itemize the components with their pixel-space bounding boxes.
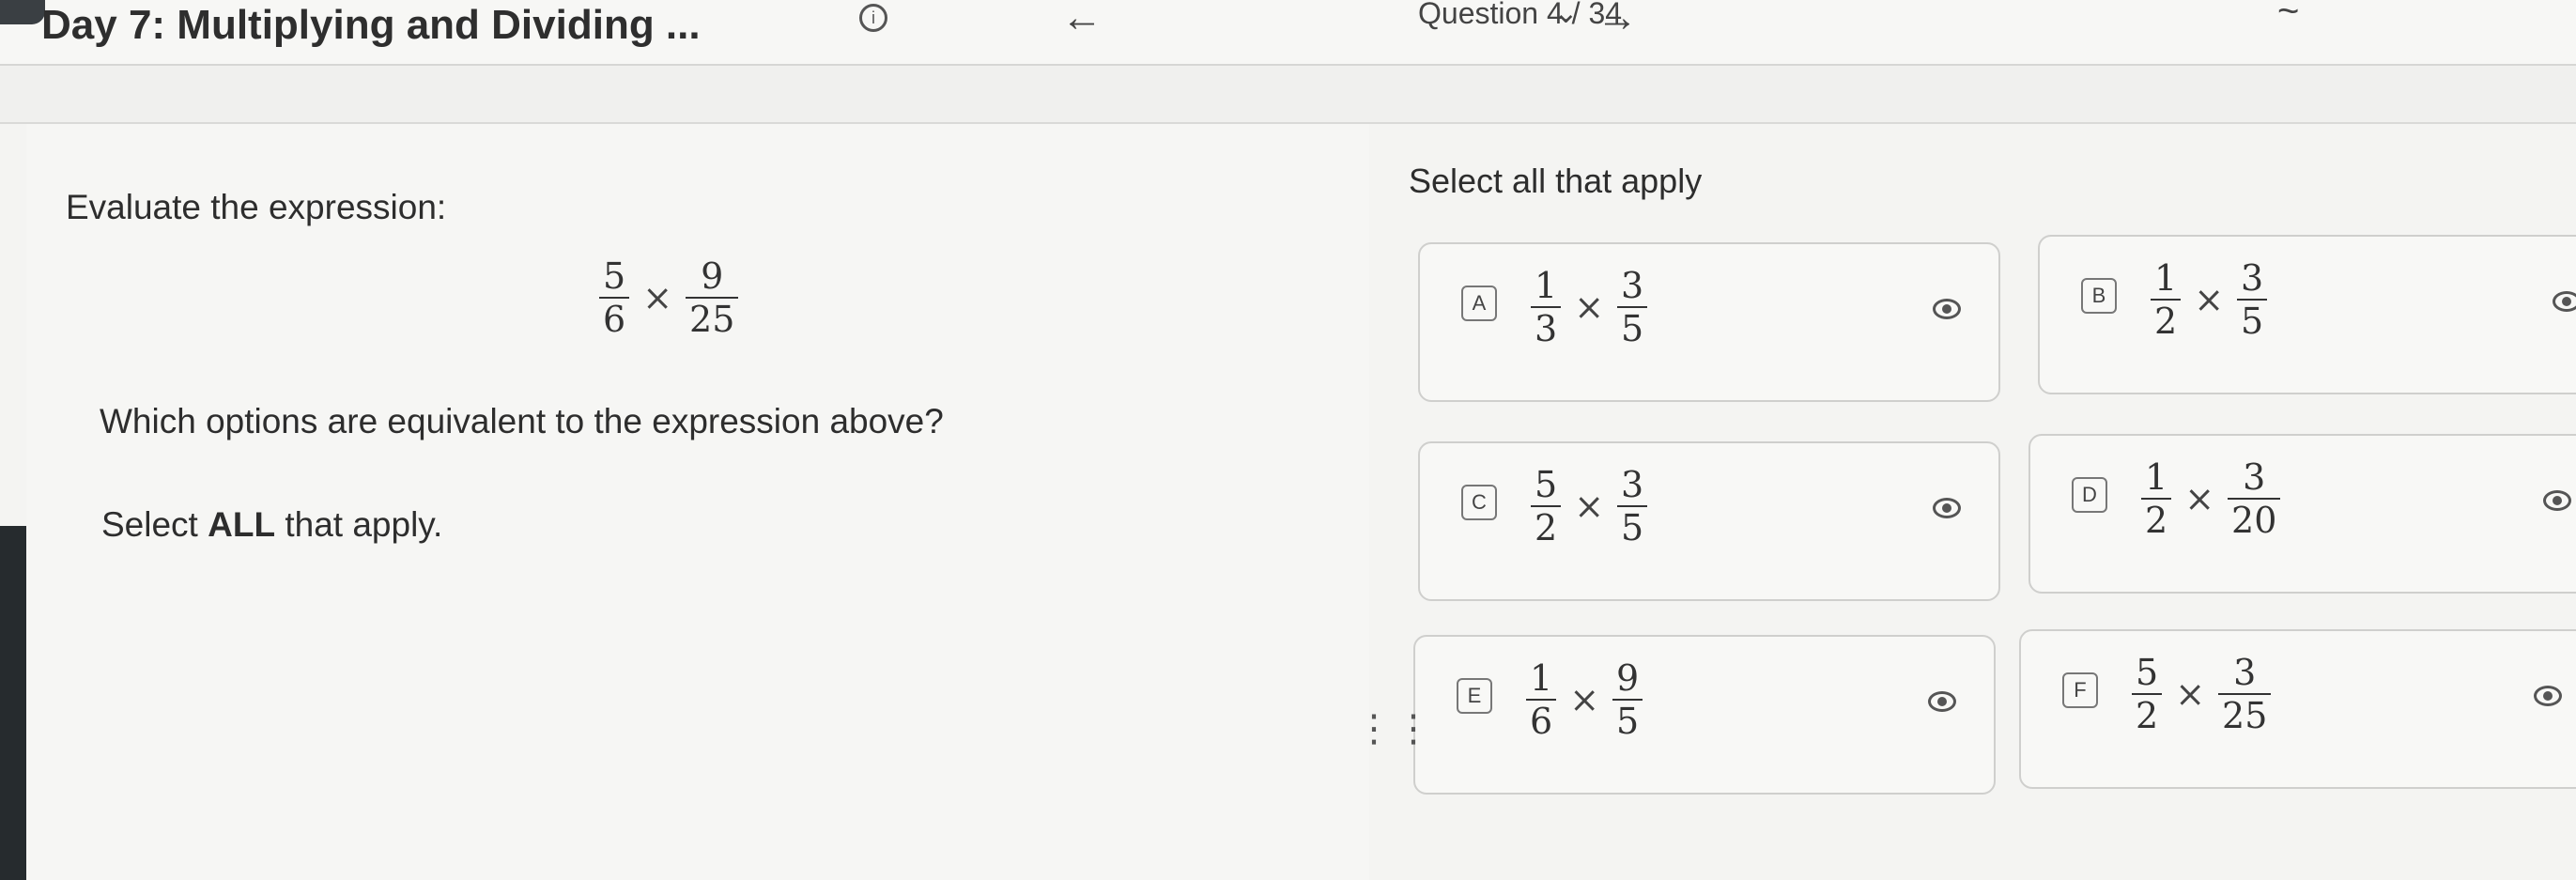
denominator: 3 <box>1535 308 1558 349</box>
page-title: Day 7: Multiplying and Dividing ... <box>41 2 701 48</box>
question-text: Which options are equivalent to the expr… <box>100 402 944 440</box>
denominator: 5 <box>1621 308 1644 349</box>
numerator: 5 <box>1535 464 1558 505</box>
option-expression: 5 2 × 3 25 <box>2124 652 2278 736</box>
fraction: 9 25 <box>686 255 739 340</box>
numerator: 1 <box>2154 257 2178 299</box>
question-indicator[interactable]: Question 4 / 34 <box>1418 0 1622 31</box>
numerator: 3 <box>1621 265 1644 306</box>
option-expression: 1 3 × 3 5 <box>1523 265 1655 349</box>
numerator: 3 <box>2241 257 2264 299</box>
denominator: 5 <box>1621 507 1644 548</box>
denominator: 6 <box>603 299 626 340</box>
answers-header: Select all that apply <box>1409 162 1703 200</box>
sub-bar <box>0 66 2576 124</box>
denominator: 2 <box>2145 500 2168 541</box>
top-bar: Day 7: Multiplying and Dividing ... i ← … <box>0 0 2576 66</box>
denominator: 25 <box>689 299 735 340</box>
times-operator: × <box>2194 279 2225 320</box>
fraction: 5 2 <box>2132 652 2163 736</box>
drag-handle-icon[interactable]: ⋮⋮ <box>1355 710 1434 748</box>
option-expression: 1 2 × 3 5 <box>2143 257 2275 342</box>
fraction: 1 2 <box>2141 456 2172 541</box>
numerator: 9 <box>1616 657 1640 699</box>
tilde-icon[interactable]: ~ <box>2277 0 2299 33</box>
option-letter: C <box>1461 485 1497 520</box>
app-logo <box>0 0 45 24</box>
eye-icon[interactable] <box>1933 299 1961 319</box>
answer-option-f[interactable]: F 5 2 × 3 25 <box>2019 629 2576 789</box>
denominator: 5 <box>2241 301 2264 342</box>
times-operator: × <box>1569 679 1600 720</box>
fraction: 3 20 <box>2228 456 2281 541</box>
denominator: 2 <box>2136 695 2159 736</box>
screen-edge <box>0 526 26 880</box>
option-expression: 5 2 × 3 5 <box>1523 464 1655 548</box>
fraction: 5 2 <box>1531 464 1562 548</box>
question-panel <box>26 124 1369 880</box>
denominator: 2 <box>1535 507 1558 548</box>
option-expression: 1 2 × 3 20 <box>2134 456 2288 541</box>
numerator: 9 <box>701 255 724 297</box>
times-operator: × <box>2184 478 2215 519</box>
option-letter: E <box>1457 678 1492 714</box>
eye-icon[interactable] <box>2553 291 2576 312</box>
eye-icon[interactable] <box>1928 691 1956 712</box>
select-bold: ALL <box>208 505 276 544</box>
answer-option-b[interactable]: B 1 2 × 3 5 <box>2038 235 2576 394</box>
eye-icon[interactable] <box>2534 686 2562 706</box>
numerator: 1 <box>1535 265 1558 306</box>
numerator: 5 <box>2136 652 2159 693</box>
numerator: 5 <box>603 255 626 297</box>
denominator: 20 <box>2231 500 2277 541</box>
option-letter: B <box>2081 278 2117 314</box>
back-arrow-icon[interactable]: ← <box>1061 0 1103 41</box>
option-letter: D <box>2072 477 2107 513</box>
denominator: 25 <box>2222 695 2268 736</box>
evaluate-label: Evaluate the expression: <box>66 188 447 226</box>
option-expression: 1 6 × 9 5 <box>1519 657 1650 742</box>
numerator: 1 <box>1530 657 1553 699</box>
numerator: 1 <box>2145 456 2168 498</box>
times-operator: × <box>2175 673 2206 715</box>
fraction: 1 6 <box>1526 657 1557 742</box>
option-letter: A <box>1461 286 1497 321</box>
eye-icon[interactable] <box>2543 490 2571 511</box>
numerator: 3 <box>1621 464 1644 505</box>
fraction: 3 5 <box>1617 464 1648 548</box>
denominator: 2 <box>2154 301 2178 342</box>
answer-option-c[interactable]: C 5 2 × 3 5 <box>1418 441 2000 601</box>
numerator: 3 <box>2243 456 2266 498</box>
answer-option-e[interactable]: E 1 6 × 9 5 <box>1413 635 1996 795</box>
fraction: 1 3 <box>1531 265 1562 349</box>
times-operator: × <box>1574 286 1605 328</box>
chevron-down-icon[interactable]: ⌄ <box>1553 0 1579 30</box>
answer-option-d[interactable]: D 1 2 × 3 20 <box>2028 434 2576 594</box>
answer-option-a[interactable]: A 1 3 × 3 5 <box>1418 242 2000 402</box>
denominator: 6 <box>1530 701 1553 742</box>
denominator: 5 <box>1616 701 1640 742</box>
select-prefix: Select <box>101 505 208 544</box>
select-suffix: that apply. <box>275 505 443 544</box>
fraction: 3 5 <box>1617 265 1648 349</box>
fraction: 5 6 <box>599 255 630 340</box>
expression: 5 6 × 9 25 <box>592 255 746 340</box>
info-icon[interactable]: i <box>859 4 887 32</box>
times-operator: × <box>642 277 673 318</box>
next-arrow-icon[interactable]: → <box>1597 0 1638 41</box>
numerator: 3 <box>2233 652 2257 693</box>
option-letter: F <box>2062 672 2098 708</box>
fraction: 9 5 <box>1612 657 1643 742</box>
select-instruction: Select ALL that apply. <box>101 505 442 545</box>
fraction: 1 2 <box>2151 257 2182 342</box>
fraction: 3 25 <box>2218 652 2272 736</box>
eye-icon[interactable] <box>1933 498 1961 518</box>
times-operator: × <box>1574 486 1605 527</box>
fraction: 3 5 <box>2237 257 2268 342</box>
